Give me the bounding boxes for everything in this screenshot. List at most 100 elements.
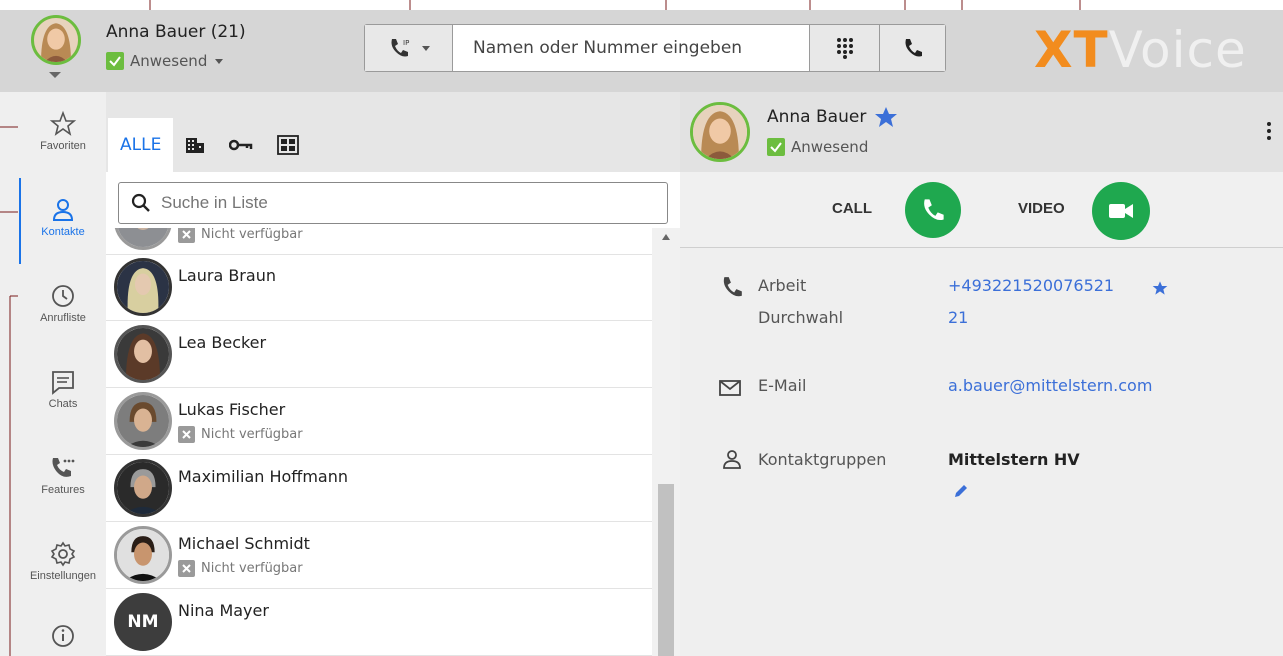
nav-item-kontakte[interactable]: Kontakte <box>20 196 106 238</box>
more-options-icon[interactable] <box>1267 122 1273 140</box>
nav-label-favoriten: Favoriten <box>40 140 86 152</box>
filter-tabs: ALLE <box>108 118 311 172</box>
nav-label-kontakte: Kontakte <box>41 226 85 238</box>
contact-row[interactable]: Laura Braun <box>106 254 652 321</box>
nav-item-info[interactable] <box>20 622 106 650</box>
list-search-input[interactable] <box>161 193 641 213</box>
phone-more-icon <box>52 458 75 477</box>
nav-label-anrufliste: Anrufliste <box>40 312 86 324</box>
ip-phone-button[interactable]: IP <box>365 25 453 71</box>
contact-status-label: Nicht verfügbar <box>201 561 303 576</box>
tab-all[interactable]: ALLE <box>108 118 174 172</box>
contact-row[interactable]: Lukas Fischer Nicht verfügbar <box>106 388 652 455</box>
info-icon <box>52 625 74 647</box>
nav-item-anrufliste[interactable]: Anrufliste <box>20 282 106 324</box>
nav-item-chats[interactable]: Chats <box>20 368 106 410</box>
dial-call-button[interactable] <box>879 25 945 71</box>
contact-status-label: Nicht verfügbar <box>201 228 303 242</box>
extension-number[interactable]: 21 <box>948 308 968 327</box>
detail-header: Anna Bauer Anwesend <box>680 92 1283 172</box>
extension-label: Durchwahl <box>758 308 844 327</box>
user-status[interactable]: Anwesend <box>106 52 224 70</box>
nav-item-features[interactable]: Features <box>20 454 106 496</box>
person-icon <box>723 450 741 469</box>
contact-list: Nicht verfügbar Laura Braun Lea Becker L… <box>106 228 652 656</box>
contact-status-label: Nicht verfügbar <box>201 427 303 442</box>
contact-list-scrollbar[interactable] <box>652 228 680 656</box>
groups-value: Mittelstern HV <box>948 450 1080 469</box>
scroll-up-arrow-icon[interactable] <box>662 234 670 240</box>
contact-avatar <box>114 392 172 450</box>
contact-row[interactable]: Michael Schmidt Nicht verfügbar <box>106 522 652 589</box>
detail-name: Anna Bauer <box>767 107 867 127</box>
scrollbar-thumb[interactable] <box>658 484 674 656</box>
unavailable-icon <box>178 560 195 577</box>
dialpad-icon <box>836 38 853 59</box>
ip-label: IP <box>403 39 409 47</box>
contact-avatar <box>114 459 172 517</box>
detail-status-label: Anwesend <box>791 138 869 156</box>
nav-label-features: Features <box>41 484 85 496</box>
app-logo: XTVoice <box>1034 22 1247 78</box>
email-address[interactable]: a.bauer@mittelstern.com <box>948 376 1152 395</box>
contact-detail-panel: Anna Bauer Anwesend CALL VIDEO Arbeit +4… <box>680 92 1283 656</box>
logo-xt: XT <box>1034 21 1109 79</box>
contact-name: Laura Braun <box>178 266 276 285</box>
contact-row[interactable]: Lea Becker <box>106 321 652 388</box>
video-button[interactable] <box>1092 182 1150 240</box>
edit-pencil-icon[interactable] <box>952 482 970 500</box>
contact-initials-avatar: NM <box>114 593 172 651</box>
logo-voice: Voice <box>1108 21 1247 79</box>
annotation-lines-left <box>0 126 18 656</box>
list-search-wrap <box>106 172 680 228</box>
contact-status: Nicht verfügbar <box>178 426 303 443</box>
unavailable-icon <box>178 228 195 243</box>
nav-item-favoriten[interactable]: Favoriten <box>20 110 106 152</box>
contact-row[interactable]: NM Nina Mayer <box>106 589 652 656</box>
key-icon <box>229 139 253 151</box>
tab-directory[interactable] <box>265 118 311 172</box>
user-name: Anna Bauer (21) <box>106 22 246 42</box>
contact-avatar <box>114 228 172 250</box>
detail-avatar <box>690 102 750 162</box>
detail-name-row: Anna Bauer <box>767 106 898 128</box>
tab-keys[interactable] <box>217 118 265 172</box>
work-number[interactable]: +493221520076521 <box>948 276 1114 295</box>
phone-icon <box>723 277 742 297</box>
list-search-box[interactable] <box>118 182 668 224</box>
contacts-panel: ALLE Suche in Liste Nicht verfügbar Laur… <box>106 92 680 656</box>
contact-name: Michael Schmidt <box>178 534 310 553</box>
favorite-star-icon[interactable] <box>874 106 898 128</box>
nav-item-einstellungen[interactable]: Einstellungen <box>20 540 106 582</box>
person-icon <box>52 199 74 221</box>
status-check-icon <box>106 52 124 70</box>
call-label: CALL <box>832 200 872 217</box>
status-check-icon <box>767 138 785 156</box>
search-icon <box>131 193 150 212</box>
dialer: IP Namen oder Nummer eingeben <box>364 24 946 72</box>
user-avatar[interactable] <box>31 15 81 65</box>
nav-label-einstellungen: Einstellungen <box>29 570 97 582</box>
tab-company[interactable] <box>173 118 217 172</box>
user-menu-caret-icon[interactable] <box>49 72 61 78</box>
phone-icon <box>905 39 922 57</box>
unavailable-icon <box>178 426 195 443</box>
contact-name: Maximilian Hoffmann <box>178 467 348 486</box>
contact-avatar <box>114 325 172 383</box>
work-label: Arbeit <box>758 276 807 295</box>
preferred-number-star-icon <box>1152 281 1168 295</box>
phone-icon <box>924 199 944 221</box>
call-button[interactable] <box>905 182 961 238</box>
detail-status: Anwesend <box>767 138 868 156</box>
contact-status: Nicht verfügbar <box>178 560 303 577</box>
action-row: CALL VIDEO <box>680 172 1283 248</box>
dial-input[interactable]: Namen oder Nummer eingeben <box>453 25 809 71</box>
contact-status: Nicht verfügbar <box>178 228 303 243</box>
dialpad-button[interactable] <box>809 25 879 71</box>
contact-row-hidden[interactable]: Nicht verfügbar <box>106 228 652 255</box>
contact-row[interactable]: Maximilian Hoffmann <box>106 455 652 522</box>
contact-name: Nina Mayer <box>178 601 269 620</box>
contact-name: Lea Becker <box>178 333 267 352</box>
ip-phone-icon: IP <box>391 39 409 57</box>
gear-icon <box>50 541 76 567</box>
